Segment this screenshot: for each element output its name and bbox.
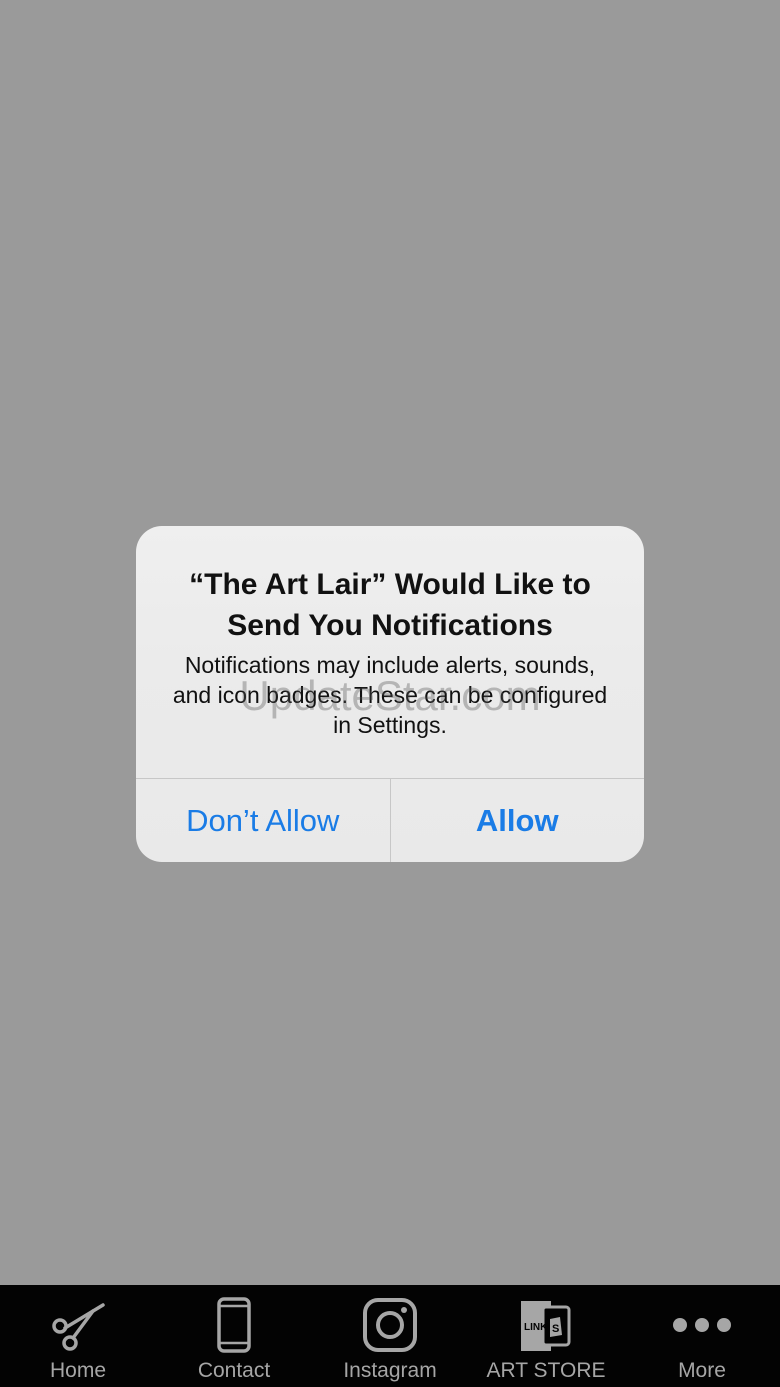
allow-button[interactable]: Allow bbox=[391, 779, 645, 862]
tab-contact[interactable]: Contact bbox=[156, 1285, 312, 1387]
scissors-icon bbox=[48, 1295, 108, 1355]
tab-art-store-label: ART STORE bbox=[486, 1359, 606, 1382]
tab-contact-label: Contact bbox=[197, 1359, 271, 1382]
alert-button-row: Don’t Allow Allow bbox=[136, 778, 644, 862]
alert-body: “The Art Lair” Would Like to Send You No… bbox=[136, 526, 644, 778]
instagram-icon bbox=[360, 1295, 420, 1355]
tab-home-label: Home bbox=[49, 1359, 107, 1382]
tab-bar: Home Contact Instagram LINK S ART STORE … bbox=[0, 1285, 780, 1387]
svg-text:S: S bbox=[552, 1323, 559, 1335]
tab-more[interactable]: More bbox=[624, 1285, 780, 1387]
alert-message: Notifications may include alerts, sounds… bbox=[172, 652, 608, 738]
phone-icon bbox=[204, 1295, 264, 1355]
tab-art-store[interactable]: LINK S ART STORE bbox=[468, 1285, 624, 1387]
more-dots-icon bbox=[672, 1295, 732, 1355]
app-screen: “The Art Lair” Would Like to Send You No… bbox=[0, 0, 780, 1387]
tab-instagram-label: Instagram bbox=[343, 1359, 437, 1382]
shopify-link-icon: LINK S bbox=[516, 1295, 576, 1355]
dont-allow-button[interactable]: Don’t Allow bbox=[136, 779, 390, 862]
svg-text:LINK: LINK bbox=[524, 1322, 548, 1333]
notification-permission-alert: “The Art Lair” Would Like to Send You No… bbox=[136, 526, 644, 862]
tab-home[interactable]: Home bbox=[0, 1285, 156, 1387]
tab-instagram[interactable]: Instagram bbox=[312, 1285, 468, 1387]
alert-title: “The Art Lair” Would Like to Send You No… bbox=[189, 568, 591, 642]
tab-more-label: More bbox=[678, 1359, 726, 1382]
